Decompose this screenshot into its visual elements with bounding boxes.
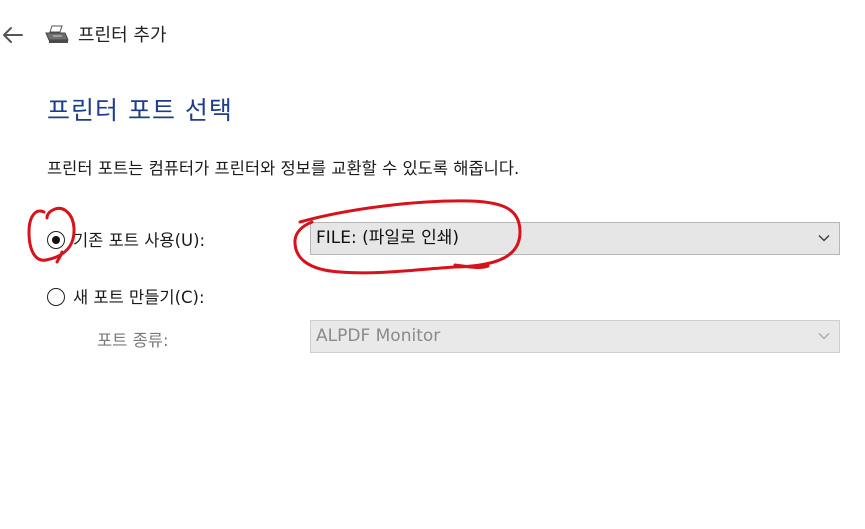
page-heading: 프린터 포트 선택 (47, 96, 233, 125)
existing-port-value: FILE: (파일로 인쇄) (316, 228, 460, 248)
existing-port-radio[interactable] (47, 231, 65, 249)
port-type-value: ALPDF Monitor (316, 326, 441, 346)
window-title: 프린터 추가 (78, 25, 167, 46)
chevron-down-icon (818, 235, 830, 242)
new-port-radio[interactable] (47, 288, 65, 306)
port-type-label: 포트 종류: (97, 331, 169, 350)
add-printer-wizard: 프린터 추가 프린터 포트 선택 프린터 포트는 컴퓨터가 프린터와 정보를 교… (0, 0, 865, 529)
port-type-dropdown: ALPDF Monitor (310, 320, 840, 353)
printer-icon (45, 25, 69, 43)
back-arrow-icon[interactable] (0, 22, 26, 48)
page-description: 프린터 포트는 컴퓨터가 프린터와 정보를 교환할 수 있도록 해줍니다. (47, 159, 520, 178)
chevron-down-icon (818, 333, 830, 340)
radio-selected-dot (51, 235, 60, 244)
new-port-label[interactable]: 새 포트 만들기(C): (73, 287, 205, 309)
existing-port-label[interactable]: 기존 포트 사용(U): (73, 230, 205, 252)
existing-port-dropdown[interactable]: FILE: (파일로 인쇄) (310, 222, 840, 255)
red-annotation-overlay (27, 199, 522, 275)
